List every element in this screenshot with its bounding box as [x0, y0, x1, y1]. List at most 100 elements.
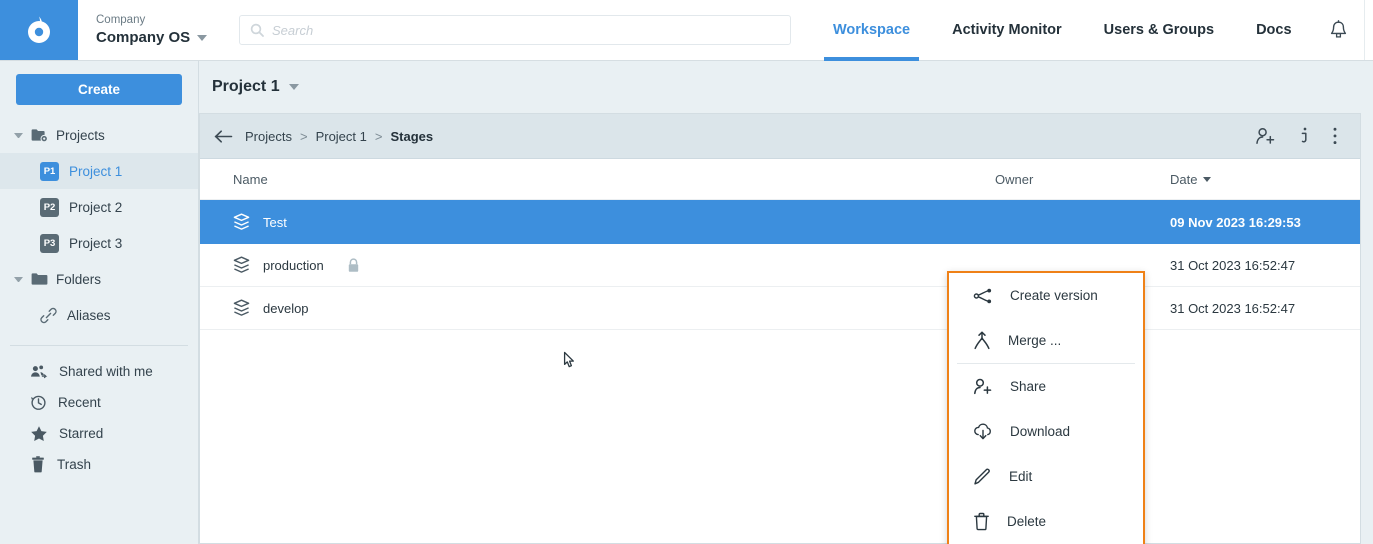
sidebar-item-folders[interactable]: Folders — [0, 261, 198, 297]
pencil-icon — [973, 467, 992, 486]
breadcrumb-separator: > — [374, 128, 383, 144]
page-title[interactable]: Project 1 — [199, 61, 1361, 113]
sidebar-item-label: Recent — [58, 395, 101, 410]
sidebar-item-starred[interactable]: Starred — [0, 418, 198, 449]
branch-version-icon — [973, 287, 993, 305]
stage-layers-icon — [233, 299, 250, 317]
sidebar-item-label: Trash — [57, 457, 92, 472]
chevron-down-icon[interactable] — [197, 34, 208, 41]
column-header-name[interactable]: Name — [200, 172, 995, 187]
menu-item-label: Create version — [1010, 288, 1098, 303]
company-label: Company — [96, 14, 146, 26]
company-name: Company OS — [96, 28, 233, 47]
main-content: Project 1 Projects > Project 1 > Stages — [199, 61, 1361, 544]
table-row[interactable]: production 31 Oct 2023 16:52:47 — [200, 244, 1360, 287]
notification-bell-icon — [1329, 20, 1348, 40]
clock-history-icon — [30, 394, 47, 411]
column-header-date-label: Date — [1170, 171, 1198, 187]
menu-item-delete[interactable]: Delete — [949, 499, 1143, 544]
company-switcher[interactable]: Company Company OS — [78, 0, 233, 60]
sidebar-item-label: Projects — [56, 127, 105, 143]
search-container: Search — [233, 0, 798, 60]
project-badge: P2 — [40, 197, 59, 217]
mouse-cursor-icon — [562, 351, 580, 375]
nav-item-docs[interactable]: Docs — [1235, 0, 1312, 60]
breadcrumb-item-projects[interactable]: Projects — [245, 129, 292, 144]
column-header-owner[interactable]: Owner — [995, 172, 1170, 187]
breadcrumb-separator: > — [299, 128, 308, 144]
create-button[interactable]: Create — [16, 74, 182, 105]
nav-item-users-groups[interactable]: Users & Groups — [1083, 0, 1235, 60]
menu-item-label: Delete — [1007, 514, 1047, 529]
top-navigation-bar: Company Company OS Search Workspace Acti… — [0, 0, 1373, 61]
stage-layers-icon — [233, 213, 250, 231]
breadcrumb-item-project-1[interactable]: Project 1 — [316, 129, 367, 144]
menu-item-edit[interactable]: Edit — [949, 454, 1143, 499]
breadcrumb-item-stages: Stages — [390, 128, 434, 144]
sort-descending-icon — [1203, 176, 1212, 182]
menu-item-label: Edit — [1009, 469, 1033, 484]
sidebar-item-label: Project 3 — [69, 235, 123, 251]
sidebar-item-label: Project 2 — [69, 199, 123, 215]
sidebar-item-project-1[interactable]: P1 Project 1 — [0, 153, 198, 189]
chevron-down-icon[interactable] — [14, 132, 23, 138]
sidebar-item-project-3[interactable]: P3 Project 3 — [0, 225, 198, 261]
sidebar-item-trash[interactable]: Trash — [0, 449, 198, 480]
sidebar: Create Projects P1 Project 1 P2 Project … — [0, 61, 199, 544]
sidebar-item-shared-with-me[interactable]: Shared with me — [0, 356, 198, 387]
notifications-button[interactable] — [1313, 0, 1362, 60]
row-name-cell: production — [200, 256, 995, 274]
sidebar-item-label: Aliases — [67, 307, 111, 323]
content-card: Projects > Project 1 > Stages Name Owner… — [199, 113, 1361, 544]
sidebar-item-project-2[interactable]: P2 Project 2 — [0, 189, 198, 225]
folder-icon — [31, 272, 48, 287]
menu-item-merge[interactable]: Merge ... — [949, 318, 1143, 363]
menu-item-share[interactable]: Share — [949, 364, 1143, 409]
more-vertical-icon[interactable] — [1332, 126, 1338, 146]
table-row[interactable]: develop 31 Oct 2023 16:52:47 — [200, 287, 1360, 330]
row-date-cell: 31 Oct 2023 16:52:47 — [1170, 300, 1296, 316]
project-badge: P3 — [40, 233, 59, 253]
info-icon[interactable] — [1299, 126, 1310, 146]
back-arrow-icon[interactable] — [214, 129, 233, 144]
sidebar-item-aliases[interactable]: Aliases — [0, 297, 198, 333]
cloud-download-icon — [973, 422, 993, 441]
star-icon — [30, 425, 48, 442]
search-input[interactable]: Search — [239, 15, 791, 45]
row-date-cell: 09 Nov 2023 16:29:53 — [1170, 214, 1301, 230]
chevron-down-icon[interactable] — [288, 84, 299, 90]
sidebar-item-recent[interactable]: Recent — [0, 387, 198, 418]
search-icon — [250, 23, 264, 37]
project-badge: P1 — [40, 161, 59, 181]
breadcrumb-actions — [1255, 126, 1344, 146]
breadcrumb-bar: Projects > Project 1 > Stages — [200, 114, 1360, 159]
user-menu[interactable]: O — [1363, 0, 1373, 60]
nav-item-workspace[interactable]: Workspace — [812, 0, 931, 61]
row-name-text: develop — [263, 300, 309, 316]
menu-item-label: Share — [1010, 379, 1047, 394]
main-nav: Workspace Activity Monitor Users & Group… — [798, 0, 1373, 61]
menu-item-label: Download — [1010, 424, 1071, 439]
context-menu: Create version Merge ... Share Download … — [947, 271, 1145, 544]
menu-item-download[interactable]: Download — [949, 409, 1143, 454]
lock-icon — [347, 257, 360, 273]
chevron-down-icon[interactable] — [14, 276, 23, 282]
menu-item-create-version[interactable]: Create version — [949, 273, 1143, 318]
company-logo-icon — [22, 13, 56, 47]
add-user-icon — [973, 377, 993, 396]
sidebar-item-label: Shared with me — [59, 364, 153, 379]
row-name-text: production — [263, 257, 324, 273]
projects-folder-icon — [31, 128, 48, 143]
table-row[interactable]: Test 09 Nov 2023 16:29:53 — [200, 200, 1360, 244]
add-user-icon[interactable] — [1255, 126, 1277, 146]
row-name-cell: develop — [200, 299, 995, 317]
table-header: Name Owner Date — [200, 159, 1360, 200]
company-logo-button[interactable] — [0, 0, 78, 60]
sidebar-item-projects[interactable]: Projects — [0, 117, 198, 153]
nav-item-activity-monitor[interactable]: Activity Monitor — [931, 0, 1083, 60]
column-header-date[interactable]: Date — [1170, 172, 1360, 187]
row-date-cell: 31 Oct 2023 16:52:47 — [1170, 257, 1296, 273]
menu-item-label: Merge ... — [1008, 333, 1062, 348]
link-icon — [40, 307, 57, 324]
merge-icon — [973, 331, 991, 350]
